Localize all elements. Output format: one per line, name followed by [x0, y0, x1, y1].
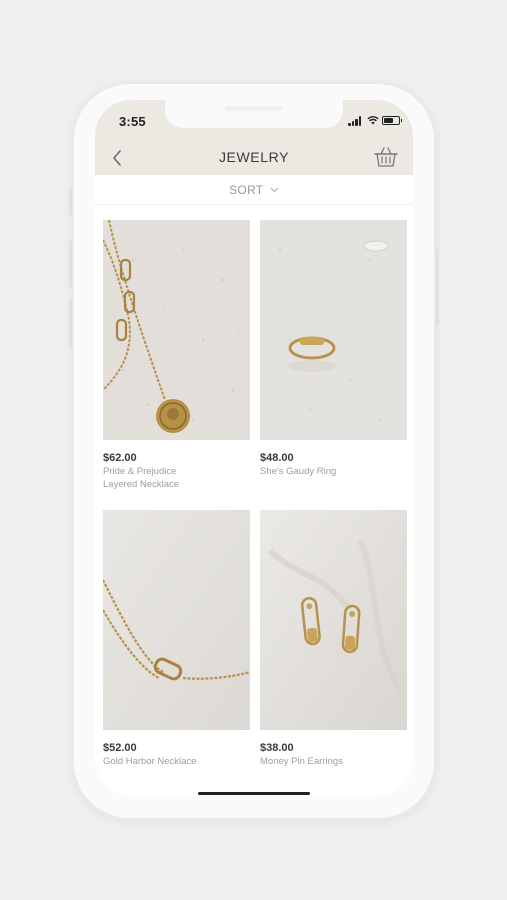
header-area: 3:55 JEWELRY [95, 100, 413, 175]
power-button [436, 248, 439, 326]
product-price: $62.00 [103, 452, 137, 464]
home-indicator[interactable] [198, 792, 310, 795]
product-name-line: Gold Harbor Necklace [103, 756, 197, 767]
product-image [260, 220, 407, 440]
product-name-line: Money Pin Earrings [260, 756, 343, 767]
sort-button[interactable]: SORT [229, 183, 279, 197]
sort-bar: SORT [95, 175, 413, 205]
product-name: Pride & Prejudice Layered Necklace [103, 465, 250, 491]
cart-button[interactable] [373, 144, 399, 170]
product-name-line: Pride & Prejudice [103, 466, 177, 477]
product-price: $48.00 [260, 452, 294, 464]
status-time: 3:55 [119, 114, 146, 129]
product-price: $52.00 [103, 742, 137, 754]
product-name-line: She's Gaudy Ring [260, 466, 337, 477]
product-name: Gold Harbor Necklace [103, 755, 250, 768]
product-image [103, 510, 250, 730]
product-image [103, 220, 250, 440]
product-price: $38.00 [260, 742, 294, 754]
product-image [260, 510, 407, 730]
wifi-icon [367, 116, 379, 125]
battery-icon [382, 116, 402, 125]
app-screen: 3:55 JEWELRY SORT $62.00 Pride & Prejudi… [95, 100, 413, 796]
product-name: Money Pin Earrings [260, 755, 407, 768]
speaker-grille [225, 106, 283, 111]
chevron-down-icon [270, 187, 279, 193]
basket-icon [374, 147, 398, 167]
product-name-line: Layered Necklace [103, 479, 180, 490]
notch [165, 100, 343, 128]
page-title: JEWELRY [218, 149, 290, 165]
product-name: She's Gaudy Ring [260, 465, 407, 478]
sort-label: SORT [229, 183, 264, 197]
signal-icon [348, 116, 362, 126]
nav-bar: JEWELRY [95, 140, 413, 175]
